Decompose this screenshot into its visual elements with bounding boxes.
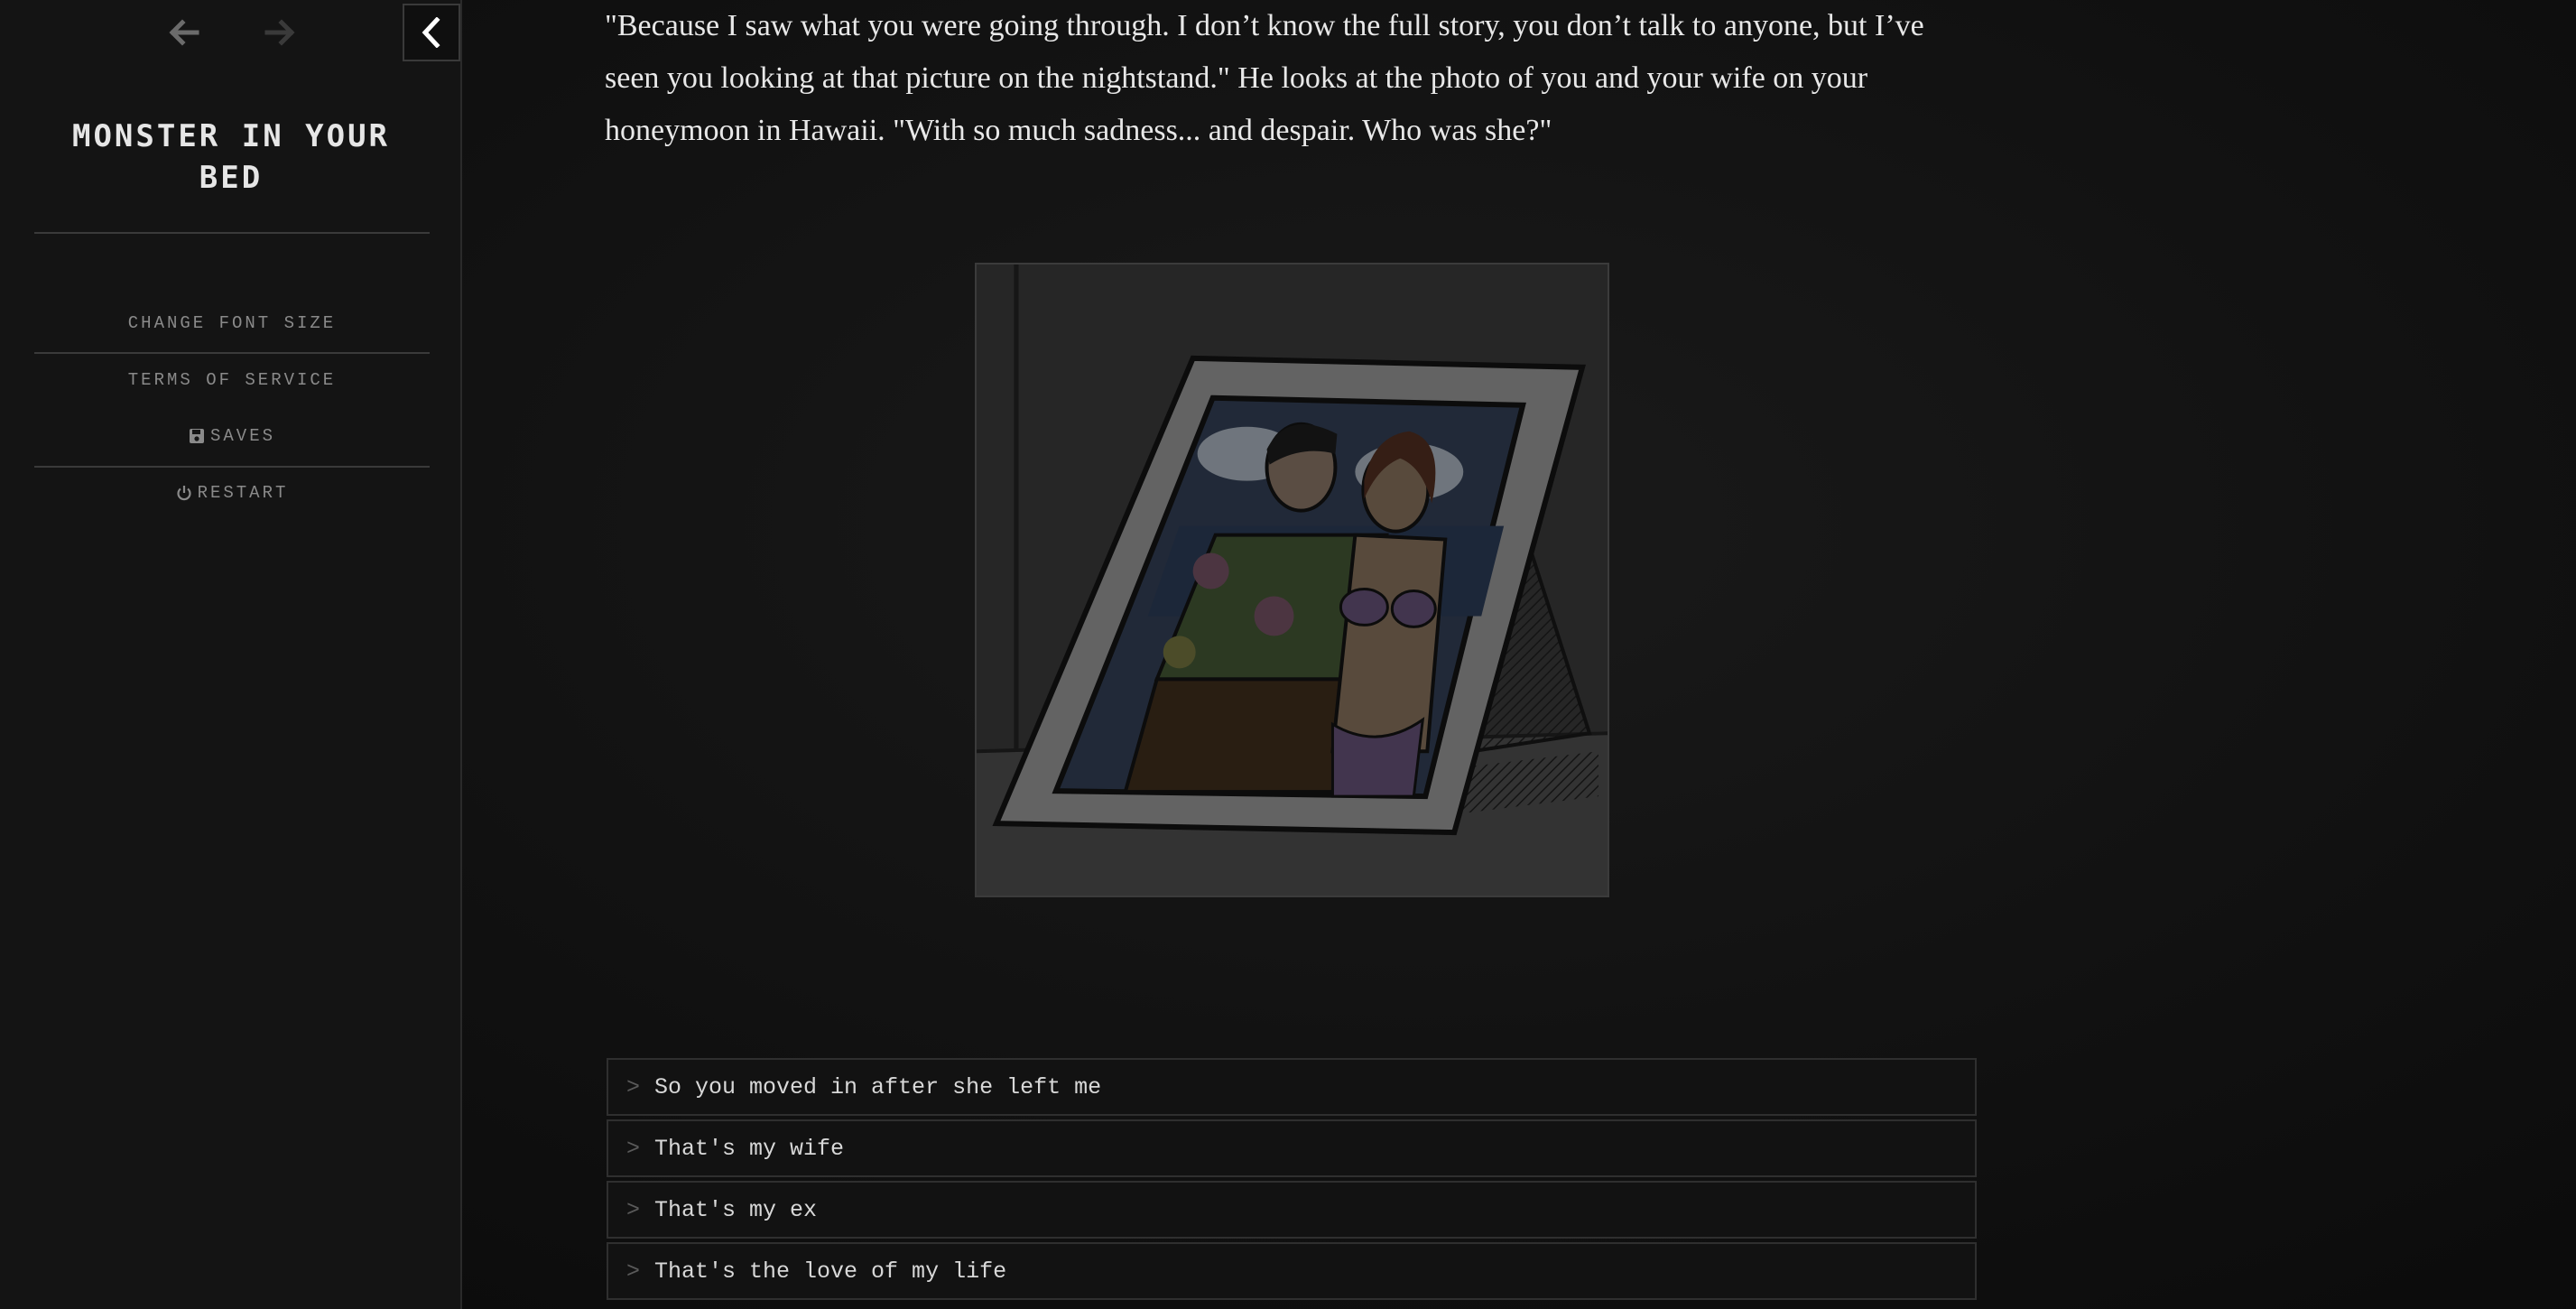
change-font-size-label: Change font size (127, 313, 337, 333)
saves-link[interactable]: Saves (34, 426, 430, 446)
collapse-sidebar-button[interactable] (403, 4, 460, 61)
sidebar-divider (34, 466, 430, 468)
terms-of-service-label: Terms of service (127, 370, 337, 390)
choice-option[interactable]: > That's my wife (607, 1119, 1977, 1177)
choice-marker: > (626, 1135, 641, 1162)
change-font-size-link[interactable]: Change font size (34, 313, 430, 333)
story-paragraph: "Because I saw what you were going throu… (605, 9, 1924, 147)
choice-marker: > (626, 1073, 641, 1100)
choice-label: That's the love of my life (654, 1258, 1007, 1285)
restart-label: Restart (197, 483, 289, 503)
forward-arrow-icon[interactable] (260, 13, 300, 52)
chevron-left-icon (422, 17, 440, 48)
choice-option[interactable]: > That's my ex (607, 1181, 1977, 1239)
sidebar-divider (34, 232, 430, 234)
story-title: Monster in your bed (71, 118, 391, 196)
choice-marker: > (626, 1196, 641, 1223)
back-arrow-icon[interactable] (164, 13, 204, 52)
choice-label: So you moved in after she left me (654, 1073, 1102, 1100)
restart-link[interactable]: Restart (34, 483, 430, 503)
sidebar-divider (34, 352, 430, 354)
choice-option[interactable]: > That's the love of my life (607, 1242, 1977, 1300)
choice-label: That's my ex (654, 1196, 818, 1223)
terms-of-service-link[interactable]: Terms of service (34, 370, 430, 390)
saves-label: Saves (209, 426, 275, 446)
choice-marker: > (626, 1258, 641, 1285)
sidebar: Monster in your bed Change font size Ter… (0, 0, 462, 1309)
floppy-disk-icon (189, 429, 204, 443)
choice-list: > So you moved in after she left me > Th… (607, 1058, 1977, 1304)
game-screen: Monster in your bed Change font size Ter… (0, 0, 2576, 1309)
choice-label: That's my wife (654, 1135, 845, 1162)
honeymoon-photo-illustration (975, 263, 1609, 897)
choice-option[interactable]: > So you moved in after she left me (607, 1058, 1977, 1116)
power-icon (176, 486, 191, 501)
